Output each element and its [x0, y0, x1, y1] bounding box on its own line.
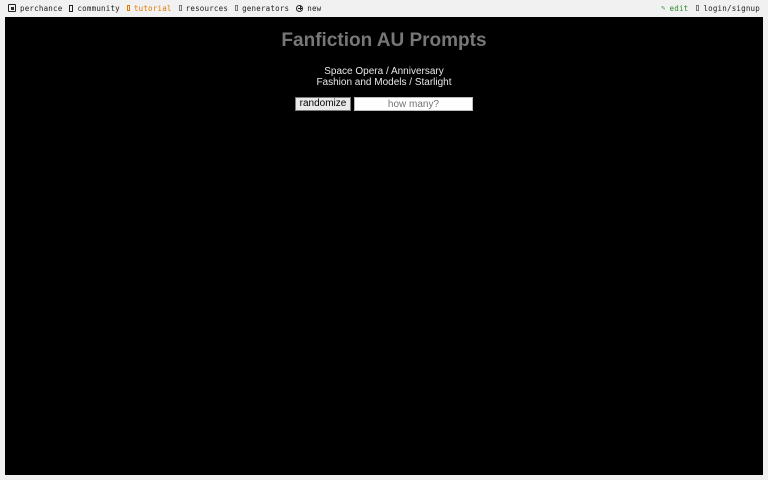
top-nav-bar: perchance community tutorial resources g…	[0, 0, 768, 16]
pencil-icon: ✎	[661, 3, 666, 12]
generator-frame: Fanfiction AU Prompts Space Opera / Anni…	[5, 17, 763, 475]
plus-circle-icon	[296, 4, 304, 12]
chat-icon	[69, 4, 74, 12]
nav-perchance[interactable]: perchance	[8, 4, 62, 13]
nav-left: perchance community tutorial resources g…	[8, 0, 328, 16]
nav-login[interactable]: login/signup	[696, 4, 760, 13]
book-icon	[235, 5, 239, 11]
nav-right: ✎ edit login/signup	[653, 0, 760, 16]
nav-tutorial[interactable]: tutorial	[126, 3, 172, 13]
nav-perchance-label: perchance	[20, 3, 63, 13]
nav-generators-label: generators	[242, 3, 290, 13]
page-title: Fanfiction AU Prompts	[281, 30, 487, 51]
nav-new[interactable]: new	[296, 4, 321, 13]
output-line: Fashion and Models / Starlight	[316, 77, 452, 88]
generator-controls: randomize	[5, 97, 763, 111]
book-icon	[178, 5, 182, 11]
nav-resources-label: resources	[185, 3, 229, 13]
nav-resources[interactable]: resources	[178, 3, 229, 13]
nav-edit[interactable]: ✎ edit	[661, 4, 688, 13]
nav-new-label: new	[307, 3, 322, 13]
nav-login-label: login/signup	[703, 3, 760, 13]
how-many-input[interactable]	[354, 97, 473, 111]
nav-generators[interactable]: generators	[235, 4, 289, 13]
dice-icon	[8, 4, 16, 12]
nav-community[interactable]: community	[69, 3, 120, 13]
user-icon	[696, 5, 700, 11]
output-line: Space Opera / Anniversary	[324, 66, 444, 77]
randomize-button[interactable]: randomize	[295, 97, 351, 111]
nav-edit-label: edit	[669, 3, 689, 13]
generator-output: Space Opera / Anniversary Fashion and Mo…	[5, 66, 763, 88]
book-icon	[126, 5, 130, 11]
nav-tutorial-label: tutorial	[133, 3, 172, 13]
nav-community-label: community	[77, 3, 120, 13]
